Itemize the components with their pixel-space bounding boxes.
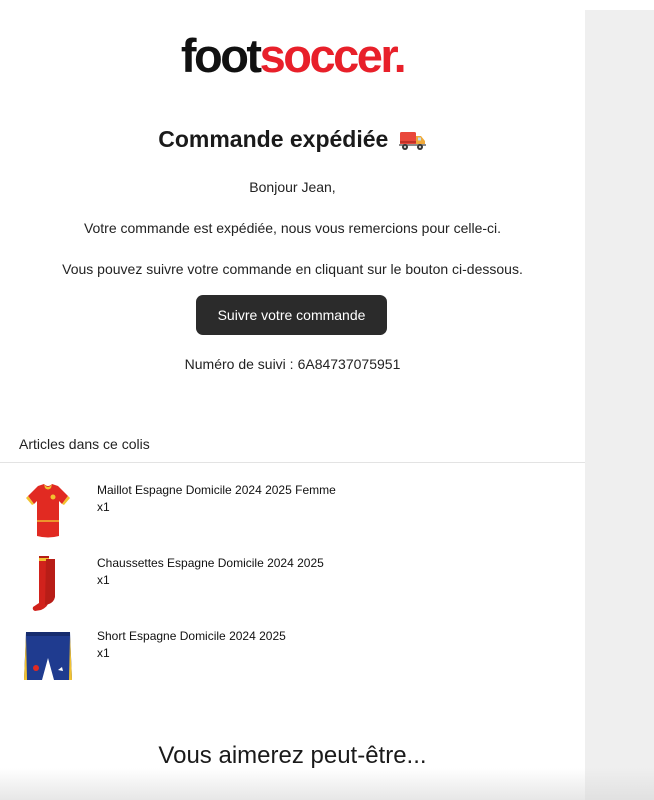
item-name: Short Espagne Domicile 2024 2025	[97, 629, 286, 643]
socks-icon[interactable]	[22, 553, 74, 615]
shorts-icon[interactable]	[22, 626, 74, 688]
item-name: Chaussettes Espagne Domicile 2024 2025	[97, 556, 324, 570]
item-quantity: x1	[97, 646, 110, 660]
tracking-info: Numéro de suivi :6A84737075951	[0, 355, 585, 373]
tracking-instructions: Vous pouvez suivre votre commande en cli…	[62, 261, 523, 277]
tracking-number: 6A84737075951	[297, 356, 401, 372]
greeting: Bonjour Jean,	[249, 179, 336, 195]
tracking-label: Numéro de suivi :	[184, 356, 294, 372]
delivery-truck-icon	[398, 126, 427, 160]
divider	[0, 462, 585, 463]
item-quantity: x1	[97, 573, 110, 587]
email-body: footsoccer. Commande expédiée Bonjour Je…	[0, 0, 585, 800]
items-section-title: Articles dans ce colis	[19, 436, 150, 452]
shipped-message: Votre commande est expédiée, nous vous r…	[83, 220, 502, 236]
track-order-button[interactable]: Suivre votre commande	[196, 295, 387, 335]
title-text: Commande expédiée	[158, 126, 389, 152]
item-name: Maillot Espagne Domicile 2024 2025 Femme	[97, 483, 336, 497]
scroll-fade	[0, 768, 654, 800]
right-gutter	[585, 10, 654, 800]
list-item: Maillot Espagne Domicile 2024 2025 Femme…	[0, 480, 585, 542]
footsoccer-logo[interactable]: footsoccer.	[0, 28, 585, 84]
list-item: Chaussettes Espagne Domicile 2024 2025 x…	[0, 553, 585, 615]
page-title: Commande expédiée	[0, 122, 585, 160]
list-item: Short Espagne Domicile 2024 2025 x1	[0, 626, 585, 688]
item-quantity: x1	[97, 500, 110, 514]
jersey-icon[interactable]	[22, 480, 74, 542]
